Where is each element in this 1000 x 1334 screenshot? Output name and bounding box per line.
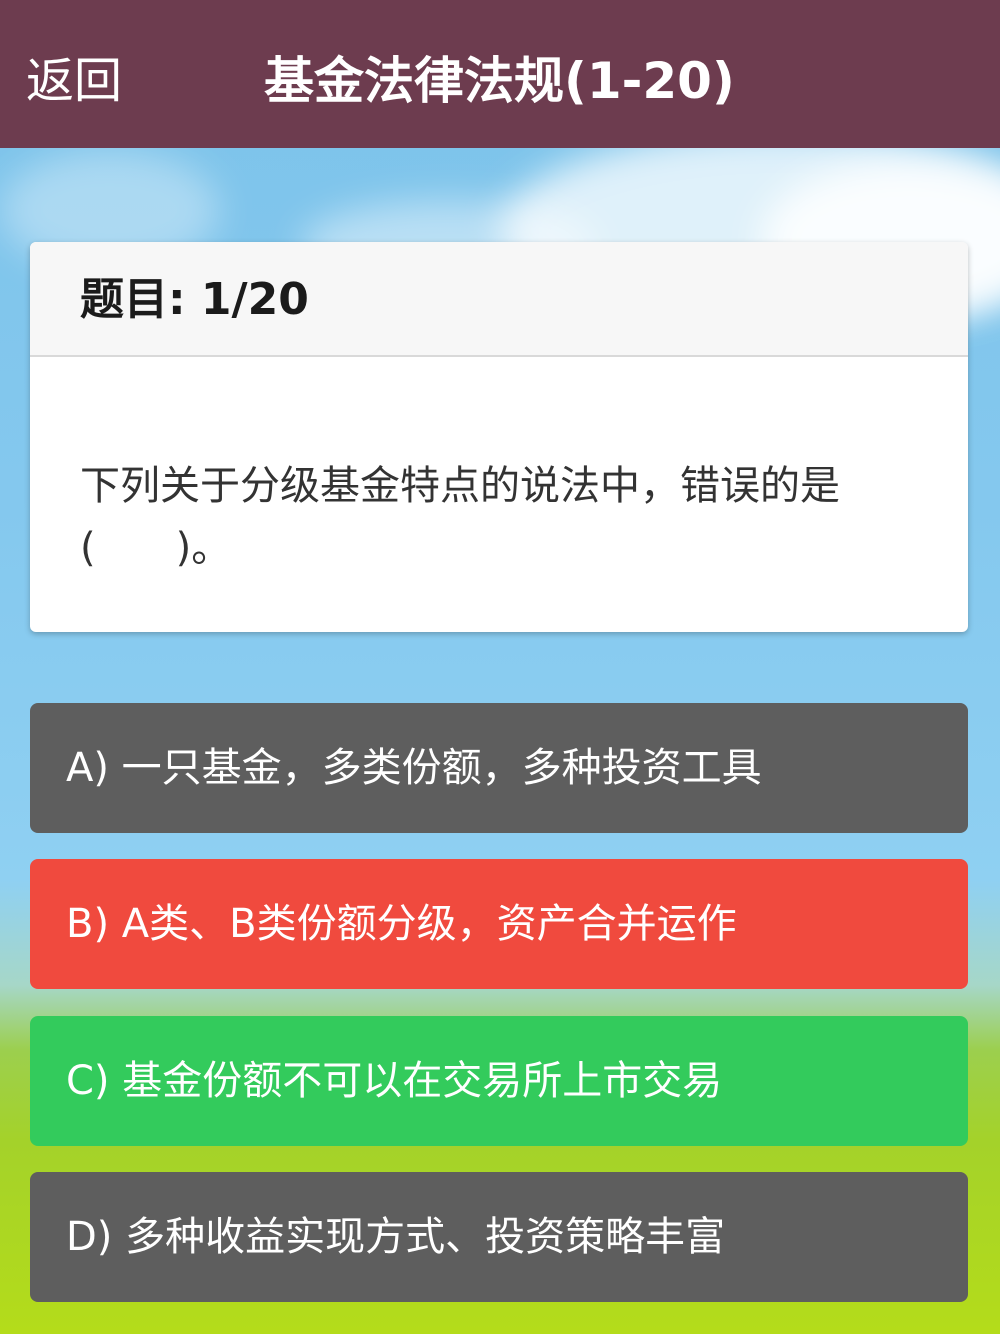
question-text: 下列关于分级基金特点的说法中，错误的是( )。 xyxy=(80,463,840,571)
question-card-header: 题目: 1/20 xyxy=(30,242,968,357)
option-d-button[interactable]: D) 多种收益实现方式、投资策略丰富 xyxy=(30,1172,968,1302)
question-number-label: 题目: 1/20 xyxy=(80,274,309,325)
quiz-screen: 返回 基金法律法规(1-20) 题目: 1/20 下列关于分级基金特点的说法中，… xyxy=(0,0,1000,1334)
back-button[interactable]: 返回 xyxy=(26,46,122,116)
option-b-button[interactable]: B) A类、B类份额分级，资产合并运作 xyxy=(30,859,968,989)
top-nav-bar: 返回 基金法律法规(1-20) xyxy=(0,0,1000,148)
option-a-button[interactable]: A) 一只基金，多类份额，多种投资工具 xyxy=(30,703,968,833)
page-title: 基金法律法规(1-20) xyxy=(264,52,735,110)
option-c-button[interactable]: C) 基金份额不可以在交易所上市交易 xyxy=(30,1016,968,1146)
